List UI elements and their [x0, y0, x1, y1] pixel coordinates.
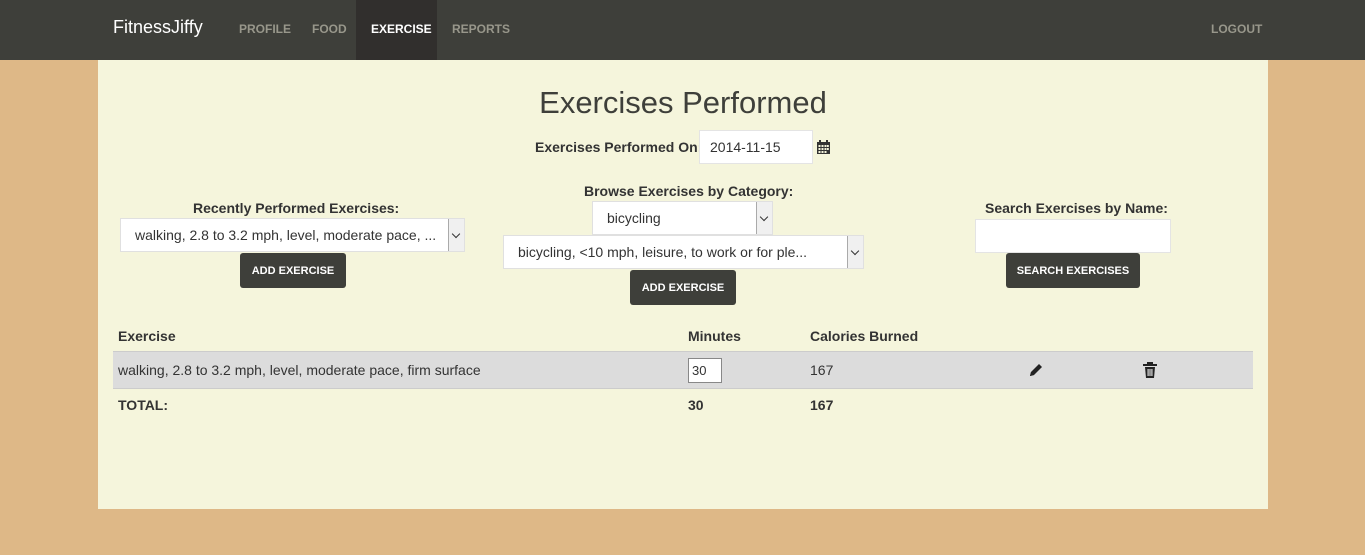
recent-exercises-select[interactable]: walking, 2.8 to 3.2 mph, level, moderate… — [120, 218, 465, 252]
category-select[interactable]: bicycling — [592, 201, 773, 235]
chevron-down-icon — [847, 236, 863, 268]
row-calories: 167 — [810, 362, 834, 378]
date-label: Exercises Performed On: — [535, 139, 703, 155]
recent-exercises-value: walking, 2.8 to 3.2 mph, level, moderate… — [135, 227, 437, 243]
minutes-input[interactable] — [688, 358, 722, 383]
header-exercise: Exercise — [118, 328, 176, 344]
search-label: Search Exercises by Name: — [985, 200, 1168, 216]
nav-exercise[interactable]: EXERCISE — [356, 0, 437, 60]
trash-icon[interactable] — [1141, 361, 1159, 379]
category-value: bicycling — [607, 210, 661, 226]
nav-profile[interactable]: PROFILE — [224, 0, 306, 60]
category-exercise-value: bicycling, <10 mph, leisure, to work or … — [518, 244, 808, 260]
header-minutes: Minutes — [688, 328, 741, 344]
category-exercise-select[interactable]: bicycling, <10 mph, leisure, to work or … — [503, 235, 864, 269]
total-label: TOTAL: — [118, 397, 169, 413]
header-calories: Calories Burned — [810, 328, 919, 344]
search-input[interactable] — [975, 219, 1171, 253]
search-exercises-button[interactable]: SEARCH EXERCISES — [1006, 253, 1140, 288]
brand-logo[interactable]: FitnessJiffy — [113, 17, 203, 38]
total-minutes: 30 — [688, 397, 704, 413]
nav-reports[interactable]: REPORTS — [437, 0, 525, 60]
browse-category-label: Browse Exercises by Category: — [584, 183, 794, 199]
total-calories: 167 — [810, 397, 834, 413]
add-category-exercise-button[interactable]: ADD EXERCISE — [630, 270, 736, 305]
recent-exercises-label: Recently Performed Exercises: — [193, 200, 400, 216]
row-exercise-name: walking, 2.8 to 3.2 mph, level, moderate… — [118, 362, 481, 378]
chevron-down-icon — [448, 219, 464, 251]
calendar-icon[interactable] — [817, 140, 830, 154]
add-recent-exercise-button[interactable]: ADD EXERCISE — [240, 253, 346, 288]
date-input[interactable] — [699, 130, 813, 164]
table-row: walking, 2.8 to 3.2 mph, level, moderate… — [113, 351, 1253, 389]
pencil-icon[interactable] — [1027, 361, 1045, 379]
chevron-down-icon — [756, 202, 772, 234]
nav-logout[interactable]: LOGOUT — [1196, 0, 1277, 60]
page-title: Exercises Performed — [539, 85, 827, 120]
top-navbar: FitnessJiffy PROFILE FOOD EXERCISE REPOR… — [0, 0, 1365, 60]
nav-food[interactable]: FOOD — [297, 0, 362, 60]
main-content: Exercises Performed Exercises Performed … — [98, 60, 1268, 509]
